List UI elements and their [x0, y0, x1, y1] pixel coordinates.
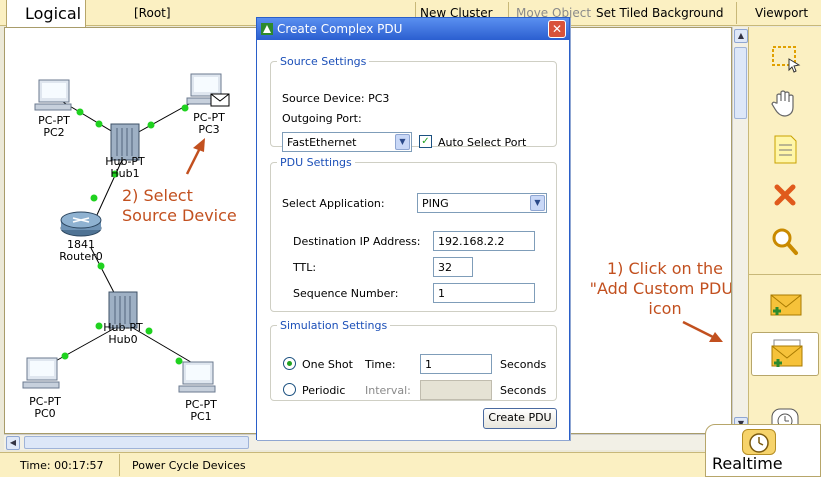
time-readout: Time: 00:17:57: [20, 459, 104, 472]
dialog-title: Create Complex PDU: [277, 22, 403, 36]
dialog-title-bar[interactable]: Create Complex PDU ✕: [257, 18, 569, 40]
realtime-tab[interactable]: Realtime: [705, 424, 821, 477]
ttl-input[interactable]: 32: [433, 257, 473, 277]
power-cycle-button[interactable]: Power Cycle Devices: [132, 459, 246, 472]
sequence-number-input[interactable]: 1: [433, 283, 535, 303]
dialog-body: Source Settings Source Device: PC3 Outgo…: [257, 40, 569, 440]
pc0-icon: [22, 357, 60, 389]
packet-tracer-icon: [261, 23, 273, 35]
select-application-label: Select Application:: [282, 197, 385, 210]
add-complex-pdu-button[interactable]: [751, 332, 819, 376]
time-input[interactable]: 1: [420, 354, 492, 374]
click-pdu-note: 1) Click on the "Add Custom PDU" icon: [589, 259, 732, 318]
status-bar: Time: 00:17:57 Power Cycle Devices: [0, 452, 821, 477]
source-device-label: Source Device: PC3: [282, 92, 390, 105]
delete-icon[interactable]: [767, 179, 803, 211]
pc2-icon: [34, 79, 72, 111]
auto-select-port-checkbox[interactable]: ✓: [419, 135, 432, 148]
sequence-number-label: Sequence Number:: [293, 287, 399, 300]
divider: [119, 454, 120, 476]
realtime-label: Realtime: [712, 454, 783, 473]
interval-input[interactable]: [420, 380, 492, 400]
right-toolbar: [748, 27, 821, 450]
pc2-label[interactable]: PC-PT PC2: [24, 115, 84, 139]
logical-tab-label: Logical: [25, 4, 82, 23]
seconds-label: Seconds: [500, 358, 547, 371]
outgoing-port-select[interactable]: FastEthernet ▼: [282, 132, 412, 152]
pc3-label[interactable]: PC-PT PC3: [179, 112, 239, 136]
vertical-scrollbar[interactable]: ▲ ▼: [732, 27, 748, 434]
pc0-label[interactable]: PC-PT PC0: [15, 396, 75, 420]
source-settings-legend: Source Settings: [280, 55, 367, 68]
vertical-scroll-thumb[interactable]: [734, 47, 747, 119]
add-complex-pdu-icon: [768, 338, 804, 370]
pdu-settings-legend: PDU Settings: [280, 156, 352, 169]
time-label: Time:: [365, 358, 396, 371]
set-tiled-background-button[interactable]: Set Tiled Background: [596, 6, 724, 20]
create-complex-pdu-dialog: Create Complex PDU ✕ Source Settings Sou…: [256, 17, 570, 440]
interval-label: Interval:: [365, 384, 411, 397]
toolbar-divider: [749, 274, 821, 275]
select-source-note: 2) Select Source Device: [122, 186, 237, 225]
simulation-settings-legend: Simulation Settings: [280, 319, 388, 332]
hub1-label[interactable]: Hub-PT Hub1: [95, 156, 155, 180]
auto-select-port-label: Auto Select Port: [438, 136, 527, 149]
scroll-up-icon[interactable]: ▲: [734, 29, 748, 43]
periodic-label: Periodic: [302, 384, 346, 397]
application-select[interactable]: PING ▼: [417, 193, 547, 213]
one-shot-radio[interactable]: [283, 357, 296, 370]
periodic-radio[interactable]: [283, 383, 296, 396]
viewport-button[interactable]: Viewport: [755, 6, 808, 20]
inspect-icon[interactable]: [767, 225, 803, 257]
pc1-icon: [178, 361, 216, 393]
create-pdu-button[interactable]: Create PDU: [483, 408, 557, 429]
note-icon[interactable]: [767, 133, 803, 165]
close-icon[interactable]: ✕: [548, 20, 566, 38]
destination-ip-label: Destination IP Address:: [293, 235, 421, 248]
select-icon[interactable]: [767, 41, 803, 73]
one-shot-label: One Shot: [302, 358, 353, 371]
source-settings-group: Source Settings Source Device: PC3 Outgo…: [270, 55, 557, 152]
clock-icon: [742, 429, 776, 455]
pc1-label[interactable]: PC-PT PC1: [171, 399, 231, 423]
router0-icon: [60, 211, 102, 237]
scroll-left-icon[interactable]: ◀: [6, 436, 20, 450]
move-hand-icon[interactable]: [767, 87, 803, 119]
chevron-down-icon: ▼: [530, 195, 545, 211]
chevron-down-icon: ▼: [395, 134, 410, 150]
outgoing-port-label: Outgoing Port:: [282, 112, 362, 125]
pc3-icon: [186, 73, 230, 107]
divider: [736, 2, 737, 24]
seconds-label-periodic: Seconds: [500, 384, 547, 397]
add-simple-pdu-icon[interactable]: [767, 289, 803, 321]
ttl-label: TTL:: [293, 261, 317, 274]
router0-label[interactable]: 1841 Router0: [51, 239, 111, 263]
pdu-settings-group: PDU Settings Select Application: PING ▼ …: [270, 156, 557, 312]
note-arrow-icon: [682, 320, 723, 342]
simulation-settings-group: Simulation Settings One Shot Time: 1 Sec…: [270, 319, 557, 401]
hub0-label[interactable]: Hub-PT Hub0: [93, 322, 153, 346]
horizontal-scroll-thumb[interactable]: [24, 436, 249, 449]
breadcrumb-root[interactable]: [Root]: [134, 6, 171, 20]
destination-ip-input[interactable]: 192.168.2.2: [433, 231, 535, 251]
